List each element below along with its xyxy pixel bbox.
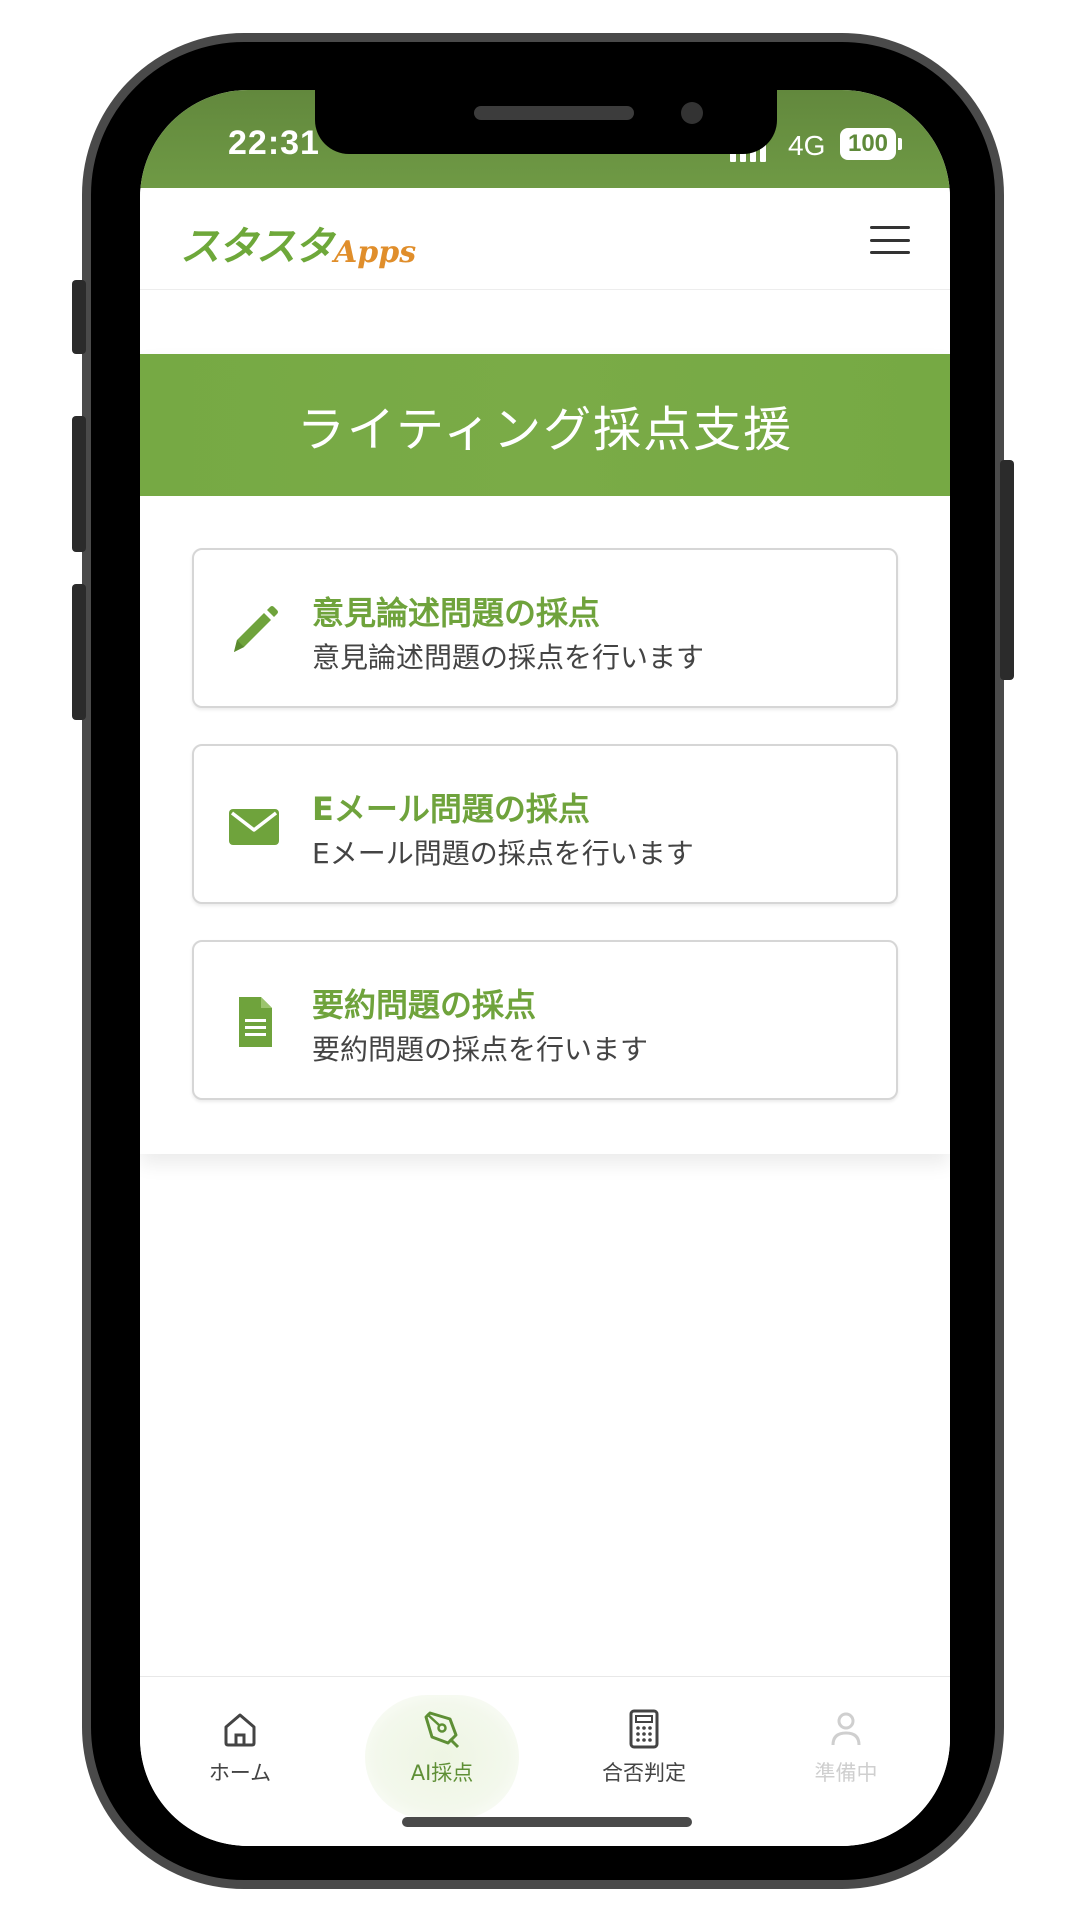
front-camera — [681, 102, 703, 124]
option-opinion-essay[interactable]: 意見論述問題の採点 意見論述問題の採点を行います — [192, 548, 898, 708]
nav-item-home[interactable]: ホーム — [160, 1707, 320, 1803]
nav-item-pass-judgment[interactable]: 合否判定 — [564, 1707, 724, 1803]
envelope-icon — [229, 809, 279, 845]
volume-up-button — [72, 416, 86, 552]
page-title: ライティング採点支援 — [296, 402, 794, 458]
option-title: 要約問題の採点 — [312, 986, 537, 1024]
volume-down-button — [72, 584, 86, 720]
battery-level: 100 — [847, 130, 889, 157]
network-type: 4G — [788, 130, 826, 161]
home-indicator[interactable] — [402, 1817, 692, 1827]
home-icon — [224, 1713, 256, 1747]
option-description: 要約問題の採点を行います — [312, 1033, 649, 1066]
option-email[interactable]: Eメール問題の採点 Eメール問題の採点を行います — [192, 744, 898, 904]
nav-item-ai-scoring[interactable]: AI採点 — [362, 1695, 522, 1819]
content-card: ライティング採点支援 意見論述問題の採点 意見論述問題の採点を行います Eメール… — [140, 354, 950, 1154]
logo-sub-text: Apps — [334, 235, 417, 270]
option-title: Eメール問題の採点 — [312, 790, 590, 828]
battery-icon: 100 — [840, 128, 902, 160]
nav-item-coming-soon[interactable]: 準備中 — [766, 1707, 926, 1803]
phone-screen: 22:31 4G 100 スタスタ Apps ライティング採点支援 意見論述問題… — [140, 90, 950, 1846]
hamburger-menu-icon[interactable] — [870, 226, 910, 254]
status-time: 22:31 — [228, 124, 320, 162]
pencil-icon — [234, 606, 278, 652]
nav-label: ホーム — [208, 1761, 272, 1785]
user-icon — [831, 1712, 861, 1746]
document-icon — [239, 997, 272, 1047]
mute-switch — [72, 280, 86, 354]
option-description: Eメール問題の採点を行います — [312, 837, 694, 870]
option-summary[interactable]: 要約問題の採点 要約問題の採点を行います — [192, 940, 898, 1100]
option-title: 意見論述問題の採点 — [312, 594, 601, 632]
app-logo[interactable]: スタスタ Apps — [180, 214, 416, 272]
option-description: 意見論述問題の採点を行います — [312, 641, 705, 674]
calculator-icon — [629, 1709, 659, 1749]
notch — [315, 90, 777, 154]
power-button — [1000, 460, 1014, 680]
nav-label: AI採点 — [410, 1761, 474, 1785]
title-banner: ライティング採点支援 — [140, 354, 950, 496]
speaker-grille — [474, 106, 634, 120]
nav-label: 準備中 — [814, 1761, 878, 1785]
app-header: スタスタ Apps — [140, 188, 950, 290]
pen-nib-icon — [424, 1711, 460, 1749]
nav-label: 合否判定 — [602, 1761, 686, 1785]
logo-main-text: スタスタ — [180, 224, 334, 270]
